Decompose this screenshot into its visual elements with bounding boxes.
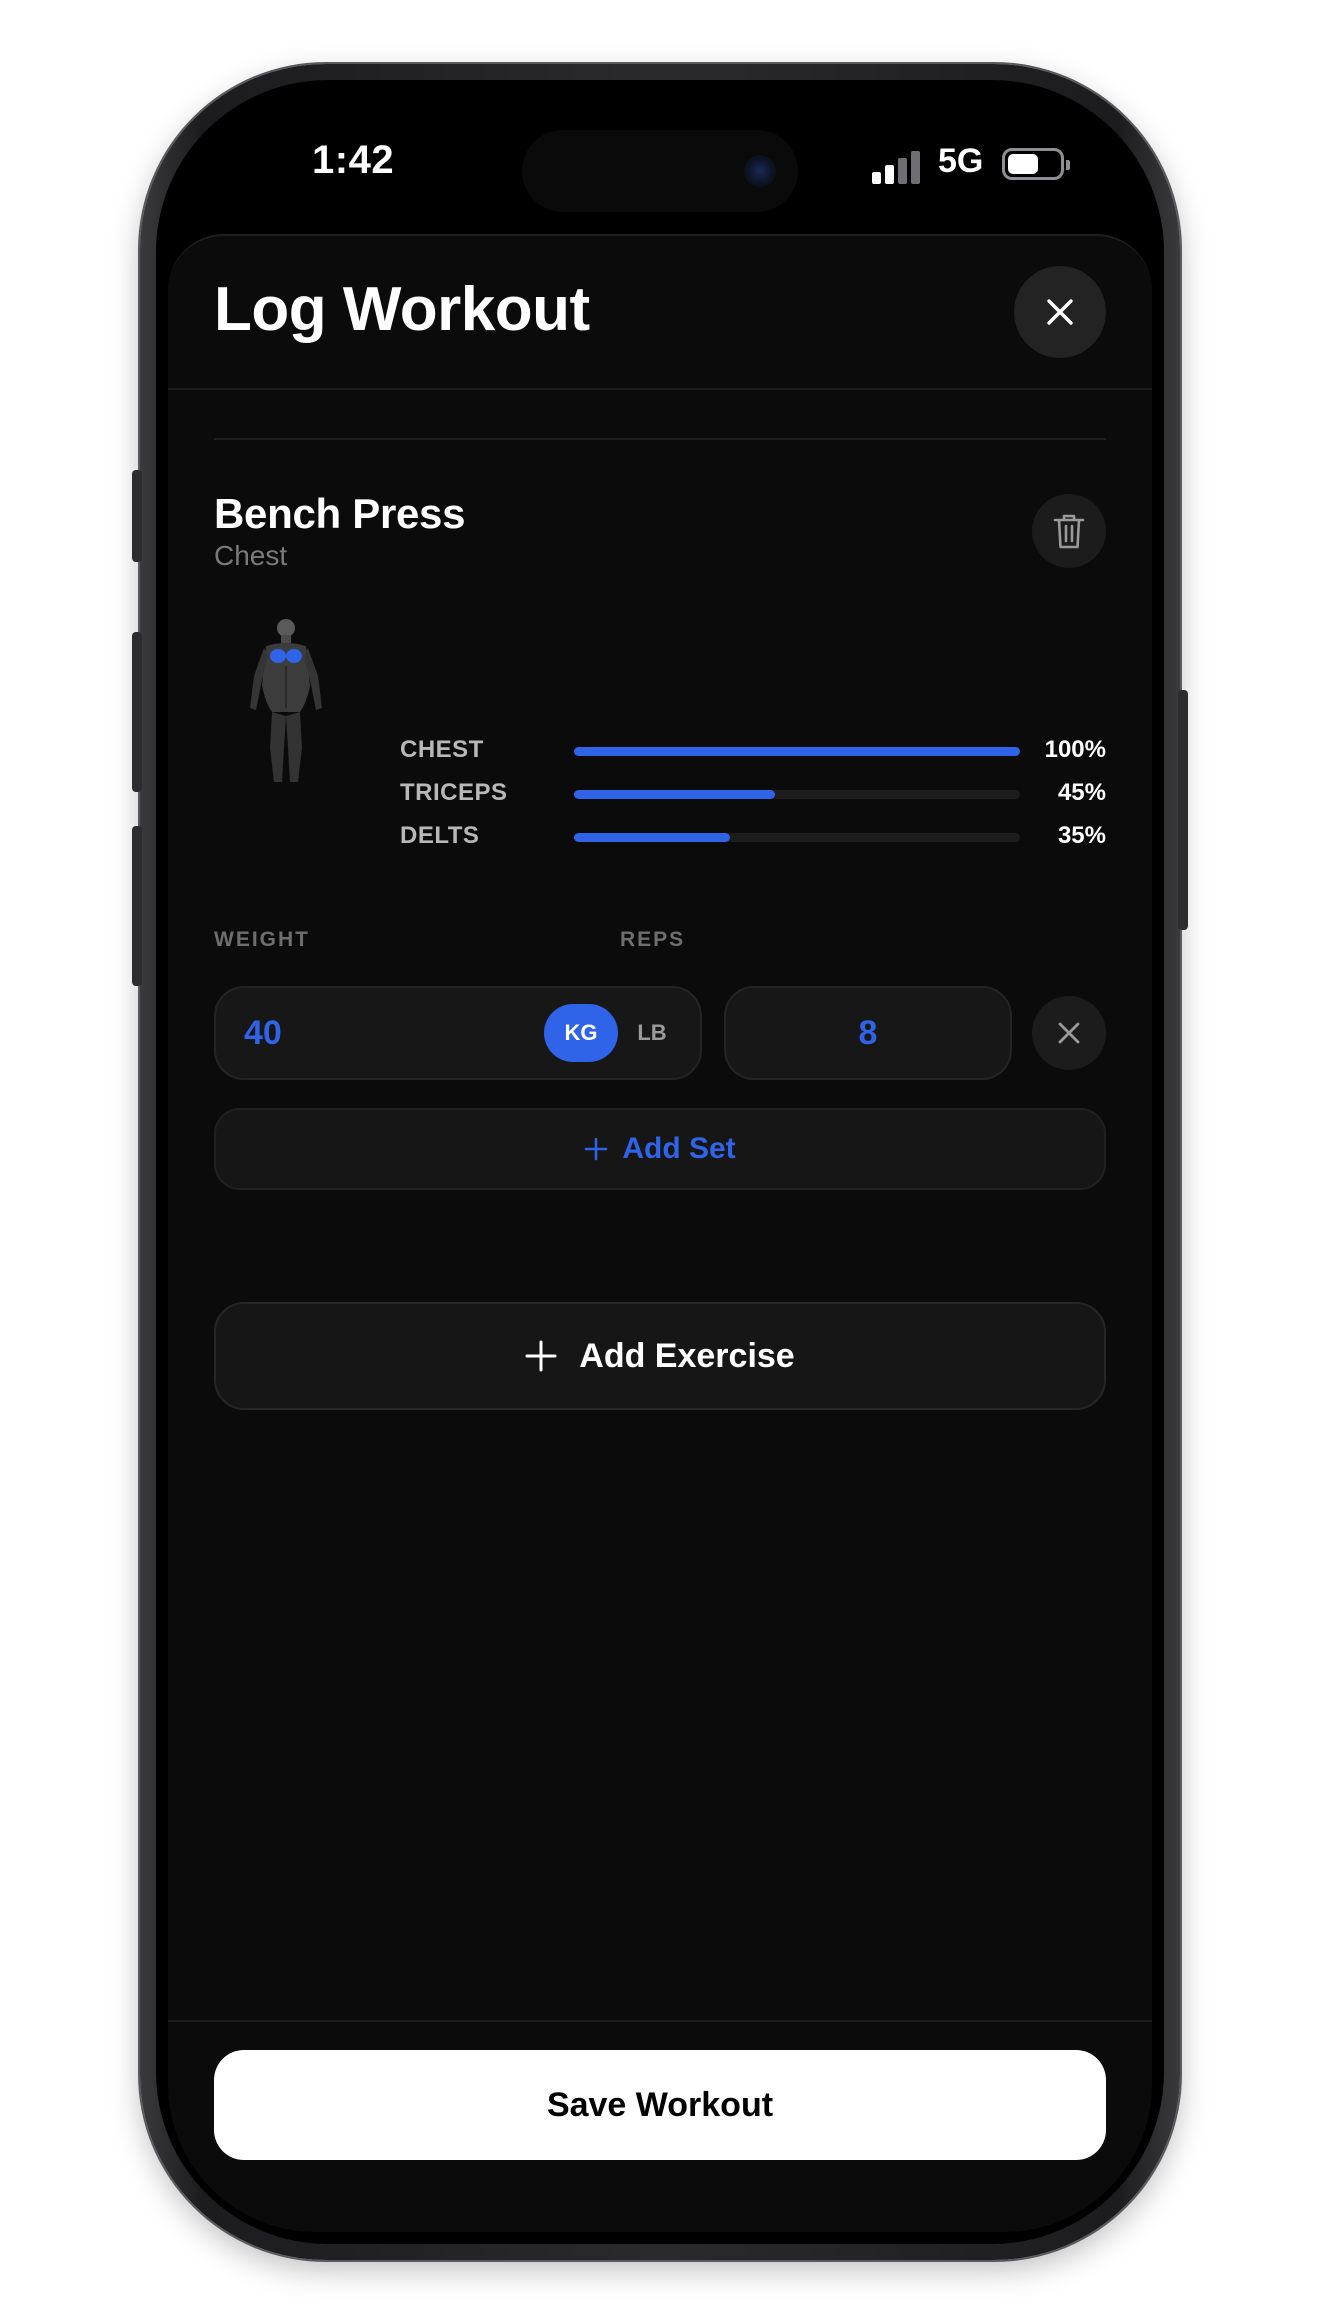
muscle-percent: 45% [1057, 779, 1106, 806]
unit-kg-toggle[interactable]: KG [544, 1004, 618, 1062]
phone-screen: 1:42 5G Log Workout Bench Press Chest CH… [168, 92, 1152, 2232]
close-icon [1047, 299, 1073, 325]
status-bar: 1:42 5G [168, 92, 1152, 242]
muscle-row: TRICEPS 45% [400, 779, 1106, 809]
body-muscle-map-icon [250, 619, 322, 782]
device-mockup: 1:42 5G Log Workout Bench Press Chest CH… [0, 0, 1320, 2322]
page-title: Log Workout [214, 275, 590, 344]
network-type: 5G [938, 142, 984, 180]
weight-value: 40 [244, 1014, 282, 1052]
delete-exercise-button[interactable] [1032, 494, 1106, 568]
muscle-label: TRICEPS [400, 779, 508, 806]
signal-icon [872, 150, 924, 184]
action-button [132, 470, 142, 562]
save-workout-button[interactable]: Save Workout [214, 2050, 1106, 2160]
reps-field[interactable]: 8 [724, 986, 1012, 1080]
footer-divider [168, 2020, 1152, 2022]
trash-icon [1053, 514, 1085, 549]
exercise-name: Bench Press [214, 490, 466, 537]
muscle-percent: 100% [1044, 736, 1106, 763]
add-set-label: Add Set [622, 1132, 736, 1165]
unit-lb-toggle[interactable]: LB [624, 1004, 680, 1062]
log-workout-sheet: Log Workout Bench Press Chest CHEST 100%… [168, 234, 1152, 2232]
close-button[interactable] [1014, 266, 1106, 358]
camera-icon [744, 155, 776, 187]
muscle-label: CHEST [400, 736, 484, 763]
add-exercise-label: Add Exercise [579, 1336, 795, 1375]
muscle-bar [574, 833, 1020, 842]
battery-icon [1002, 148, 1070, 180]
weight-field[interactable]: 40 KG LB [214, 986, 702, 1080]
dynamic-island [522, 130, 798, 212]
close-icon [1058, 1022, 1080, 1044]
muscle-row: CHEST 100% [400, 736, 1106, 766]
weight-label: WEIGHT [214, 928, 310, 951]
sheet-header: Log Workout [168, 236, 1152, 390]
add-exercise-button[interactable]: Add Exercise [214, 1302, 1106, 1410]
plus-icon [585, 1137, 608, 1161]
volume-up-button [132, 632, 142, 792]
volume-down-button [132, 826, 142, 986]
muscle-row: DELTS 35% [400, 822, 1106, 852]
divider [214, 438, 1106, 440]
exercise-category: Chest [214, 540, 288, 571]
add-set-button[interactable]: Add Set [214, 1108, 1106, 1190]
muscle-label: DELTS [400, 822, 480, 849]
remove-set-button[interactable] [1032, 996, 1106, 1070]
status-time: 1:42 [312, 138, 395, 182]
muscle-percent: 35% [1057, 822, 1106, 849]
plus-icon [525, 1340, 557, 1372]
power-button [1178, 690, 1188, 930]
muscle-bar [574, 790, 1020, 799]
reps-label: REPS [620, 928, 686, 951]
muscle-bar [574, 747, 1020, 756]
